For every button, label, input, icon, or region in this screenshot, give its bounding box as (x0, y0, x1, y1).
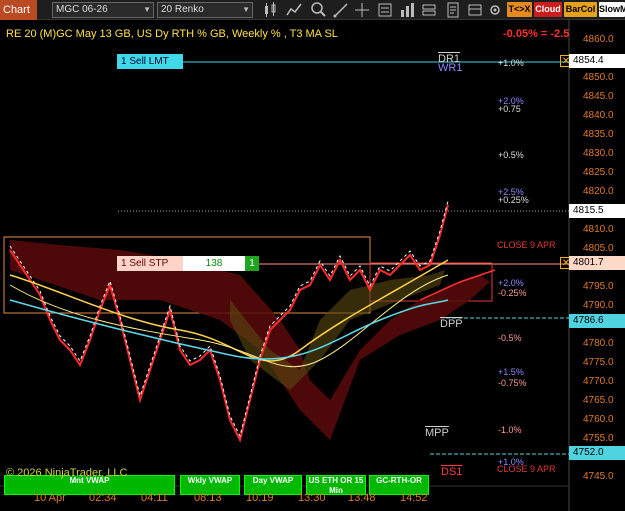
net-change-label: -0.05% = -2.5 (503, 28, 570, 40)
close-apr9-label: CLOSE 9 APR (497, 240, 556, 250)
y-tick: 4805.0 (583, 243, 614, 254)
layers-icon[interactable] (421, 1, 437, 19)
toggle-barcol-button[interactable]: BarCol (564, 2, 597, 17)
instrument-selector[interactable]: MGC 06-26 ▼ (52, 2, 154, 18)
stop-price-marker: 4801.7 (569, 256, 625, 270)
pct-label: +0.75 (498, 104, 521, 114)
properties-icon[interactable] (377, 1, 393, 19)
y-tick: 4795.0 (583, 281, 614, 292)
last-price-marker: 4815.5 (569, 204, 625, 218)
y-tick: 4780.0 (583, 338, 614, 349)
price-plot[interactable] (0, 20, 625, 511)
x-tick: 10:19 (246, 492, 274, 504)
x-tick: 08:13 (194, 492, 222, 504)
toggle-tx-button[interactable]: T<>X (507, 2, 532, 17)
y-tick: 4810.0 (583, 224, 614, 235)
x-tick: 10 Apr (34, 492, 66, 504)
instrument-value: MGC 06-26 (56, 4, 108, 15)
pct-label: +0.5% (498, 150, 524, 160)
chart-panel[interactable]: RE 20 (M)GC May 13 GB, US Dy RTH % GB, W… (0, 20, 625, 511)
wr1-label: WR1 (438, 62, 463, 74)
order-ticket-icon[interactable] (445, 1, 461, 19)
pct-label: +1.0% (498, 457, 524, 467)
mpp-label: MPP (425, 427, 449, 439)
sell-stop-order-label[interactable]: 1 Sell STP (117, 256, 183, 271)
draw-tool-icon[interactable] (333, 1, 349, 19)
dpp-price-marker: 4786.6 (569, 314, 625, 328)
pct-label: -1.0% (498, 425, 522, 435)
y-tick: 4845.0 (583, 91, 614, 102)
y-tick: 4770.0 (583, 376, 614, 387)
pct-label: -0.75% (498, 378, 527, 388)
sell-limit-order-label[interactable]: 1 Sell LMT (117, 54, 183, 69)
y-tick: 4850.0 (583, 72, 614, 83)
x-tick: 14:52 (400, 492, 428, 504)
crosshair-icon[interactable] (354, 1, 370, 19)
chevron-down-icon: ▼ (143, 5, 151, 14)
y-tick: 4765.0 (583, 395, 614, 406)
sell-stop-quantity[interactable]: 138 (183, 256, 245, 271)
toggle-cloud-button[interactable]: Cloud (534, 2, 562, 17)
pct-label: +0.25% (498, 195, 529, 205)
bar-type-selector[interactable]: 20 Renko ▼ (157, 2, 253, 18)
pct-label: +1.0% (498, 58, 524, 68)
chevron-down-icon: ▼ (242, 5, 250, 14)
pct-label: -0.5% (498, 333, 522, 343)
y-tick: 4825.0 (583, 167, 614, 178)
chart-toolbar: Chart MGC 06-26 ▼ 20 Renko ▼ T<>X Cloud … (0, 0, 625, 20)
pct-label: +2.0% (498, 278, 524, 288)
bar-chart-icon[interactable] (399, 1, 415, 19)
y-tick: 4790.0 (583, 300, 614, 311)
sell-stop-count[interactable]: 1 (245, 256, 259, 271)
y-tick: 4755.0 (583, 433, 614, 444)
settings-icon[interactable] (487, 1, 503, 19)
chart-title: RE 20 (M)GC May 13 GB, US Dy RTH % GB, W… (6, 28, 338, 40)
chart-tab[interactable]: Chart (0, 0, 37, 20)
y-tick: 4760.0 (583, 414, 614, 425)
x-tick: 13:48 (348, 492, 376, 504)
x-tick: 13:30 (298, 492, 326, 504)
toggle-slowma-button[interactable]: SlowM (599, 2, 625, 17)
ds1-label: DS1 (441, 466, 463, 478)
y-tick: 4840.0 (583, 110, 614, 121)
copyright-label: © 2026 NinjaTrader, LLC (6, 467, 128, 479)
y-tick: 4830.0 (583, 148, 614, 159)
candlestick-icon[interactable] (262, 1, 278, 19)
pct-label: +1.5% (498, 367, 524, 377)
bar-type-value: 20 Renko (161, 4, 204, 15)
indicators-icon[interactable] (286, 1, 302, 19)
x-tick: 02:34 (89, 492, 117, 504)
mpp-price-marker: 4752.0 (569, 446, 625, 460)
pct-label: -0.25% (498, 288, 527, 298)
dpp-label: DPP (440, 318, 463, 330)
y-tick: 4820.0 (583, 186, 614, 197)
y-tick: 4745.0 (583, 471, 614, 482)
data-box-icon[interactable] (467, 1, 483, 19)
y-tick: 4775.0 (583, 357, 614, 368)
limit-price-marker: 4854.4 (569, 54, 625, 68)
y-tick: 4860.0 (583, 34, 614, 45)
y-tick: 4835.0 (583, 129, 614, 140)
zoom-icon[interactable] (310, 1, 326, 19)
x-tick: 04:11 (141, 492, 168, 504)
